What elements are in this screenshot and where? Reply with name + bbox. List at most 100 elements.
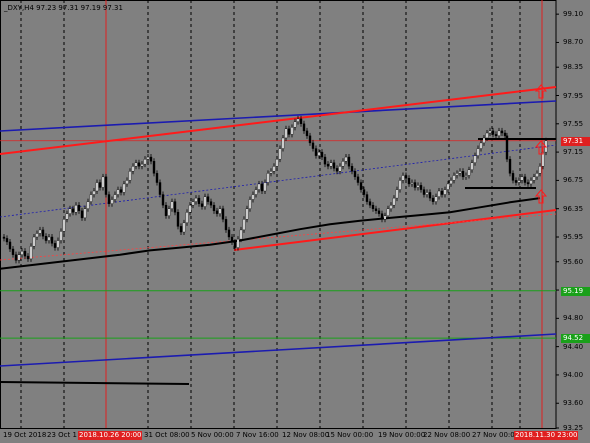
candle-body xyxy=(245,208,249,220)
candle-body xyxy=(149,156,153,162)
candle-body xyxy=(398,180,402,190)
candle-body xyxy=(197,197,201,204)
current-price-tag: 97.31 xyxy=(561,136,590,146)
candle-body xyxy=(74,204,78,213)
candle-body xyxy=(119,189,123,193)
candle-body xyxy=(35,233,39,238)
candle-body xyxy=(353,170,357,178)
candle-body xyxy=(455,173,459,176)
candle-body xyxy=(266,173,270,183)
candle-body xyxy=(26,255,30,260)
candle-body xyxy=(461,170,465,178)
y-tick-label: 97.55 xyxy=(563,119,584,128)
red-channel-lower xyxy=(233,209,557,251)
candle-body xyxy=(425,192,429,195)
candle-body xyxy=(221,208,225,220)
candle-body xyxy=(104,176,108,195)
candle-body xyxy=(500,130,504,134)
candle-body xyxy=(77,204,81,212)
candle-body xyxy=(68,208,72,214)
candle-body xyxy=(116,189,120,195)
candle-body xyxy=(98,182,102,188)
candle-body xyxy=(434,196,438,202)
candle-body xyxy=(410,182,414,185)
candle-body xyxy=(260,183,264,192)
candle-body xyxy=(230,236,234,243)
blue-channel-mid xyxy=(0,144,557,218)
candle-body xyxy=(305,130,309,137)
candle-body xyxy=(320,151,324,158)
candle-body xyxy=(308,135,312,144)
candle-body xyxy=(365,194,369,202)
x-tick-label: 31 Oct 08:00 xyxy=(144,431,190,439)
x-tick-label: 2018.11.30 23:00 xyxy=(514,431,579,440)
candle-body xyxy=(209,201,213,206)
candle-body xyxy=(107,194,111,204)
candle-body xyxy=(146,156,150,160)
candle-body xyxy=(128,170,132,181)
candle-body xyxy=(101,176,105,188)
candle-body xyxy=(167,208,171,216)
candle-body xyxy=(80,210,84,219)
candle-body xyxy=(200,203,204,207)
candle-body xyxy=(317,151,321,156)
candle-body xyxy=(458,170,462,174)
candle-body xyxy=(491,130,495,135)
candle-body xyxy=(482,137,486,144)
moving-average-line xyxy=(0,197,541,270)
candle-body xyxy=(473,155,477,163)
candle-body xyxy=(485,132,489,139)
level-price-tag: 94.52 xyxy=(561,334,590,344)
candle-body xyxy=(296,118,300,122)
candle-body xyxy=(476,148,480,156)
price-chart[interactable] xyxy=(0,0,590,443)
candle-body xyxy=(50,236,54,244)
candle-body xyxy=(212,204,216,212)
candle-body xyxy=(287,128,291,135)
candle-body xyxy=(194,197,198,202)
candle-body xyxy=(272,166,276,172)
candle-body xyxy=(389,204,393,209)
up-arrow-icon xyxy=(534,140,548,155)
candle-body xyxy=(56,240,60,248)
candle-body xyxy=(431,197,435,202)
candle-body xyxy=(508,158,512,174)
candle-body xyxy=(47,236,51,241)
candle-body xyxy=(233,241,237,248)
candle-body xyxy=(437,190,441,197)
candle-body xyxy=(161,194,165,206)
candle-body xyxy=(323,156,327,165)
candle-body xyxy=(503,132,507,137)
candle-body xyxy=(188,204,192,213)
candle-body xyxy=(122,183,126,193)
candle-body xyxy=(422,189,426,195)
x-tick-label: 27 Nov 00:00 xyxy=(472,431,520,439)
candle-body xyxy=(140,163,144,167)
candle-body xyxy=(514,180,518,183)
candle-body xyxy=(275,158,279,167)
candle-body xyxy=(523,176,527,183)
candle-body xyxy=(443,189,447,195)
candle-body xyxy=(428,192,432,199)
candle-body xyxy=(368,201,372,206)
candle-body xyxy=(206,196,210,202)
candle-body xyxy=(347,156,351,167)
candle-body xyxy=(413,182,417,188)
level-price-tag: 95.19 xyxy=(561,286,590,296)
candle-body xyxy=(299,118,303,125)
candle-body xyxy=(505,135,509,160)
candle-body xyxy=(383,215,387,220)
candle-body xyxy=(338,166,342,172)
y-tick-label: 94.00 xyxy=(563,370,584,379)
candle-body xyxy=(497,130,501,137)
candle-body xyxy=(152,161,156,174)
candle-body xyxy=(71,208,75,213)
candle-body xyxy=(215,210,219,214)
candle-body xyxy=(62,219,66,232)
chart-window[interactable]: _DXY,H4 97.23 97.31 97.19 97.31 99.10 98.… xyxy=(0,0,590,443)
candle-body xyxy=(248,199,252,209)
candle-body xyxy=(110,199,114,204)
y-tick-label: 95.95 xyxy=(563,232,584,241)
x-tick-label: 22 Nov 08:00 xyxy=(423,431,471,439)
candle-body xyxy=(125,180,129,185)
